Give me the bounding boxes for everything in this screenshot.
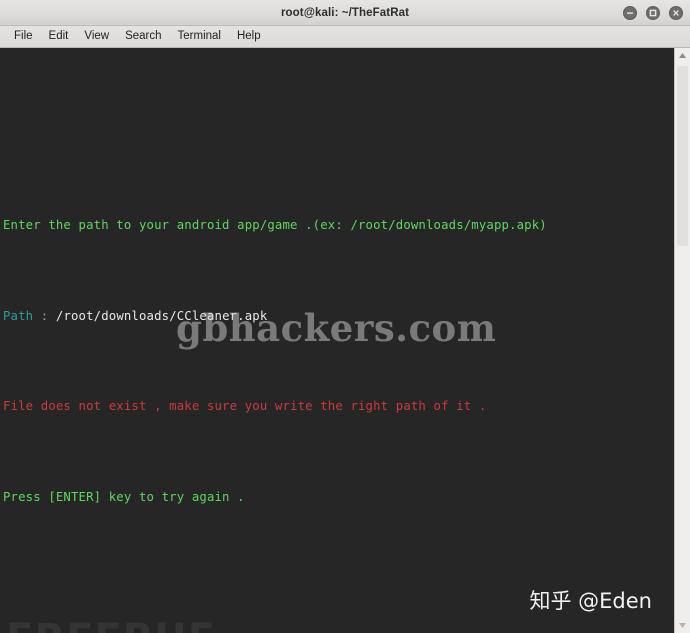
menubar: File Edit View Search Terminal Help [0,26,690,48]
menu-item-search[interactable]: Search [117,28,169,45]
menu-item-help[interactable]: Help [229,28,269,45]
scrollbar-thumb[interactable] [677,66,688,246]
path-line-1: Path : /root/downloads/CCleaner.apk [3,308,268,323]
minimize-icon [627,12,633,14]
menu-item-view[interactable]: View [76,28,117,45]
scroll-down-button[interactable] [675,618,690,633]
terminal-scrollbar[interactable] [674,48,690,633]
close-button[interactable] [669,6,683,20]
menu-item-terminal[interactable]: Terminal [170,28,229,45]
minimize-button[interactable] [623,6,637,20]
error-message: File does not exist , make sure you writ… [3,399,487,414]
terminal-window: root@kali: ~/TheFatRat File Edit View Se… [0,0,690,633]
prompt-question-1: Enter the path to your android app/game … [3,218,547,233]
terminal-text: Enter the path to your android app/game … [0,52,674,633]
terminal-body: FREEBUF gbhackers.com 知乎 @Eden Enter the… [0,48,690,633]
maximize-icon [649,9,657,17]
menu-item-file[interactable]: File [6,28,41,45]
window-title: root@kali: ~/TheFatRat [280,6,410,19]
window-titlebar[interactable]: root@kali: ~/TheFatRat [0,0,690,26]
scroll-up-button[interactable] [675,48,690,63]
window-controls [623,0,683,26]
scroll-down-arrow-icon [679,623,686,628]
terminal-output-area[interactable]: FREEBUF gbhackers.com 知乎 @Eden Enter the… [0,48,674,633]
scroll-up-arrow-icon [679,53,686,58]
menu-item-edit[interactable]: Edit [41,28,77,45]
close-icon [673,10,679,16]
maximize-button[interactable] [646,6,660,20]
retry-message: Press [ENTER] key to try again . [3,489,245,504]
